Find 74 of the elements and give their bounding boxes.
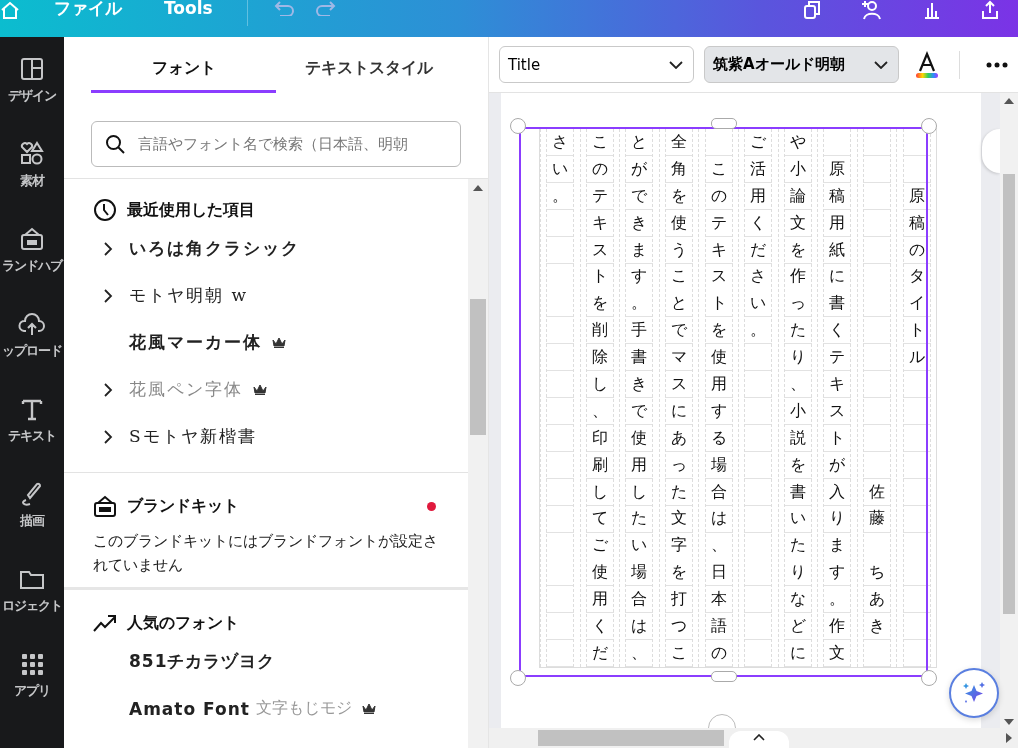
add-person-icon[interactable] — [860, 0, 884, 20]
copy-icon[interactable] — [802, 0, 822, 20]
share-icon[interactable] — [980, 0, 1000, 20]
rail-item[interactable]: デザイン — [0, 55, 64, 140]
rail-item[interactable]: 描画 — [0, 480, 64, 565]
text-color-icon[interactable] — [913, 50, 941, 79]
manuscript-text: ご活用ください。 — [749, 132, 768, 341]
scroll-up-icon[interactable] — [1004, 98, 1014, 104]
scroll-thumb[interactable] — [470, 299, 486, 435]
resize-handle[interactable] — [510, 118, 526, 134]
more-icon[interactable] — [986, 61, 1008, 68]
font-item[interactable]: 851チカラヅヨク — [93, 638, 438, 685]
caret-up-icon — [753, 734, 765, 741]
chart-icon[interactable] — [922, 0, 942, 20]
manuscript-text: や小論文を作ったり、小説を書いたりなどに — [788, 132, 807, 663]
scroll-thumb[interactable] — [538, 730, 724, 746]
manuscript-text: 全角を使うことでマスにあった文字を打つこ — [670, 132, 689, 663]
expand-button[interactable] — [729, 731, 789, 748]
scrollbar[interactable] — [468, 179, 488, 748]
home-icon[interactable] — [0, 0, 20, 20]
font-item[interactable]: いろは角クラシック — [93, 225, 438, 272]
manuscript-text: とができます。手書きで使用したい場合は、 — [630, 132, 649, 663]
search-field[interactable]: 言語やフォント名で検索（日本語、明朝 — [91, 121, 461, 167]
design-icon — [18, 55, 46, 83]
manuscript-text: 佐藤 — [868, 481, 887, 529]
manuscript-text: 原稿用紙に書くテキストが入ります。作文 — [828, 158, 847, 663]
resize-handle[interactable] — [921, 670, 937, 686]
rail-item[interactable]: テキスト — [0, 395, 64, 480]
chevron-down-icon — [874, 60, 888, 69]
font-item[interactable]: Sモトヤ新楷書 — [93, 413, 438, 460]
manuscript-text: 原稿のタイトル — [907, 185, 926, 368]
resize-handle[interactable] — [711, 671, 737, 682]
section-title: ブランドキット — [127, 495, 239, 517]
manuscript-text: このテキストを使用する場合は、日本語の — [709, 158, 728, 663]
chevron-right-icon[interactable] — [103, 429, 113, 444]
clock-icon — [93, 198, 117, 222]
brand-kit-icon — [93, 494, 117, 518]
section-title: 人気のフォント — [127, 612, 239, 634]
rail-item[interactable]: ップロード — [0, 310, 64, 395]
tab[interactable]: フォント — [91, 37, 276, 93]
rail-item[interactable]: アプリ — [0, 650, 64, 735]
font-item[interactable]: モトヤ明朝 w — [93, 272, 438, 319]
tab[interactable]: テキストスタイル — [276, 37, 461, 93]
scroll-thumb[interactable] — [1003, 174, 1015, 614]
upload-icon — [18, 310, 46, 338]
brand-kit-message: このブランドキットにはブランドフォントが設定されていません — [93, 531, 438, 576]
resize-handle[interactable] — [711, 118, 737, 129]
font-item[interactable]: 花風マーカー体 — [93, 319, 438, 366]
trending-icon — [93, 613, 117, 633]
rail-item[interactable]: ロジェクト — [0, 565, 64, 650]
magic-button[interactable] — [949, 668, 999, 718]
manuscript-text: さい。 — [551, 132, 570, 206]
chevron-right-icon[interactable] — [103, 382, 113, 397]
scroll-right-icon[interactable] — [1006, 733, 1012, 743]
font-item[interactable]: Amato Font 文字もじモジ — [93, 685, 438, 732]
rail-item[interactable]: 素材 — [0, 140, 64, 225]
manuscript-text: ちあき — [868, 562, 887, 637]
chevron-right-icon[interactable] — [103, 288, 113, 303]
chevron-right-icon[interactable] — [103, 241, 113, 256]
manuscript-text: このテキストを削除し、印刷してご使用くだ — [590, 132, 609, 663]
scroll-down-icon[interactable] — [1004, 719, 1014, 725]
search-icon — [105, 134, 125, 154]
chevron-down-icon — [669, 60, 683, 69]
brand-icon — [18, 225, 46, 253]
style-dropdown[interactable]: Title — [499, 46, 694, 83]
section-title: 最近使用した項目 — [127, 199, 255, 221]
resize-handle[interactable] — [921, 118, 937, 134]
rail-item[interactable]: ランドハブ — [0, 225, 64, 310]
scrollbar[interactable] — [1000, 93, 1018, 728]
font-dropdown[interactable]: 筑紫Aオールド明朝 — [704, 46, 899, 83]
resize-handle[interactable] — [510, 670, 526, 686]
scroll-up-icon[interactable] — [473, 185, 483, 191]
font-item[interactable]: 花風ペン字体 — [93, 366, 438, 413]
scrollbar[interactable] — [489, 728, 1018, 748]
